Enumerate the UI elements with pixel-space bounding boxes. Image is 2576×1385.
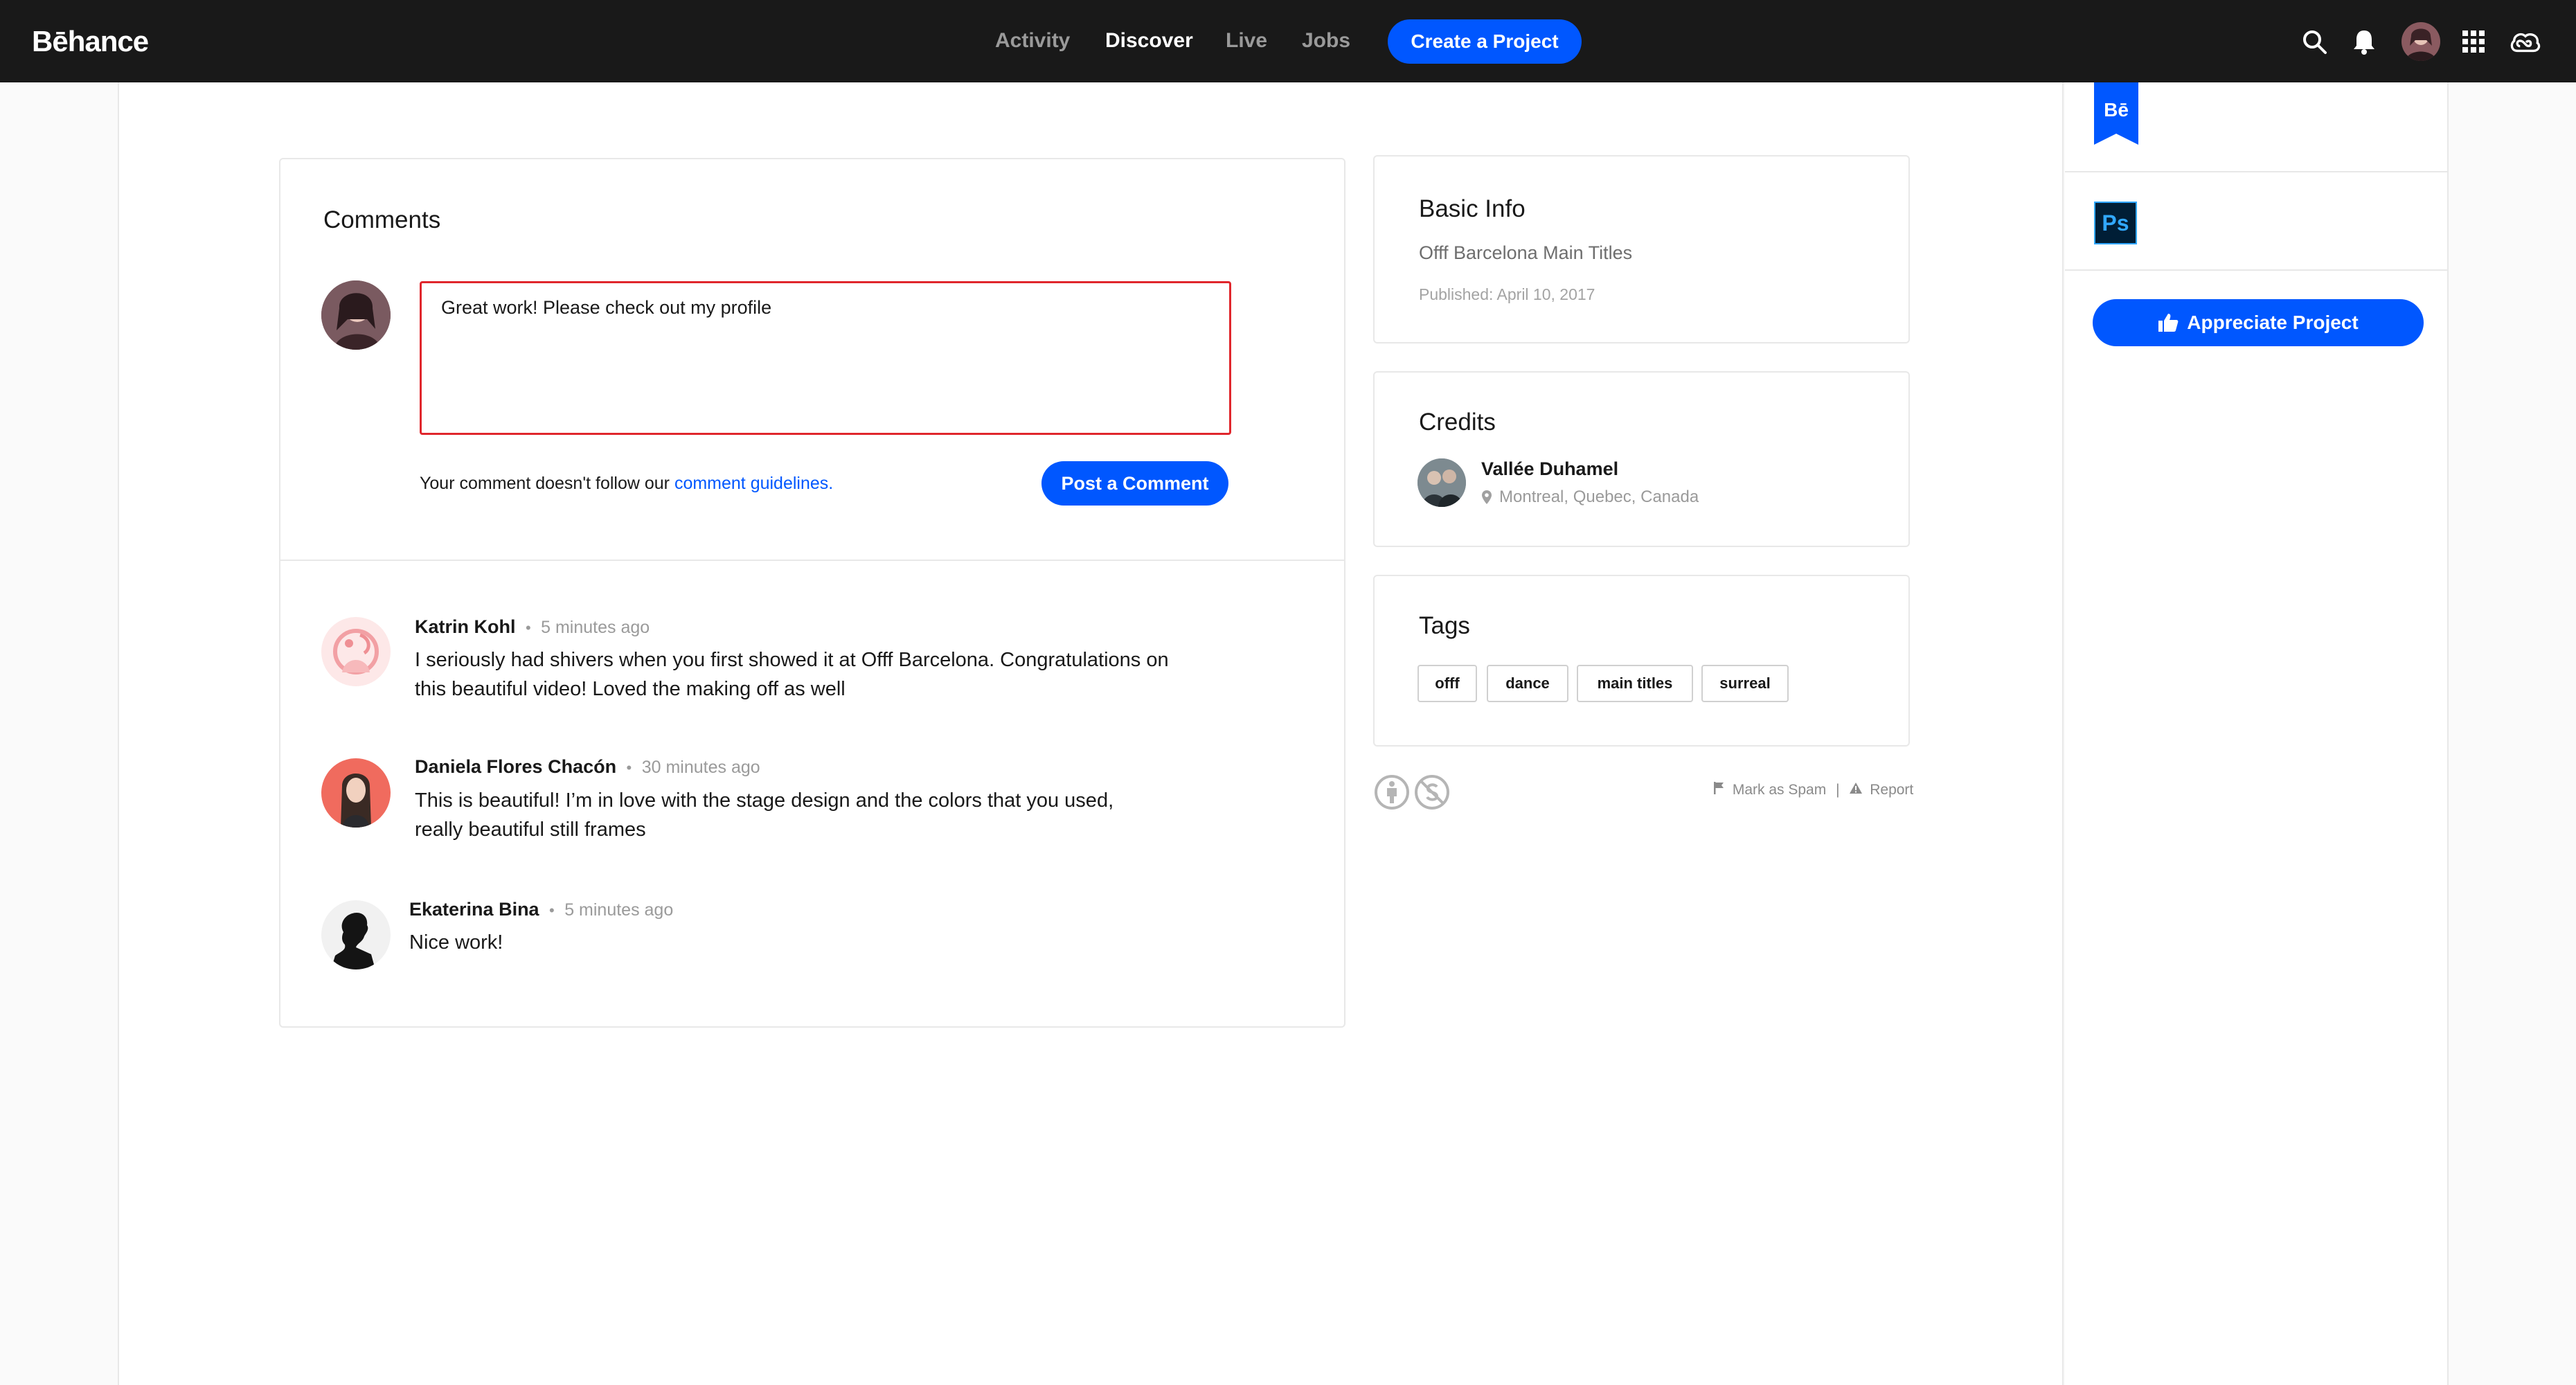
nav-activity[interactable]: Activity bbox=[995, 29, 1070, 53]
nav-live[interactable]: Live bbox=[1226, 29, 1267, 53]
commenter-avatar[interactable] bbox=[321, 758, 391, 828]
rail-divider bbox=[2065, 171, 2449, 172]
location-pin-icon bbox=[1482, 490, 1492, 504]
tag-surreal[interactable]: surreal bbox=[1701, 665, 1789, 702]
thumbs-up-icon bbox=[2158, 314, 2179, 332]
basic-info-title: Basic Info bbox=[1419, 195, 1526, 222]
location-text: Montreal, Quebec, Canada bbox=[1499, 488, 1699, 506]
comment-meta: Daniela Flores Chacón • 30 minutes ago bbox=[415, 756, 760, 778]
search-icon[interactable] bbox=[2298, 25, 2331, 58]
creator-location: Montreal, Quebec, Canada bbox=[1481, 488, 1699, 507]
commenter-avatar[interactable] bbox=[321, 900, 391, 970]
meta-dot: • bbox=[525, 619, 531, 636]
comment-text: Nice work! bbox=[409, 931, 503, 954]
comment-time: 5 minutes ago bbox=[564, 900, 674, 920]
creator-avatar[interactable] bbox=[1417, 458, 1466, 507]
bell-icon[interactable] bbox=[2347, 25, 2381, 58]
published-date: Published: April 10, 2017 bbox=[1419, 285, 1595, 303]
user-avatar[interactable] bbox=[2401, 22, 2440, 61]
comment-error-message: Your comment doesn't follow our comment … bbox=[420, 474, 833, 494]
project-name: Offf Barcelona Main Titles bbox=[1419, 242, 1633, 263]
report-link[interactable]: Report bbox=[1870, 782, 1913, 798]
right-rail: Bē Ps Appreciate Project bbox=[2065, 82, 2449, 1385]
comments-card: Comments Great work! Please check out my… bbox=[279, 158, 1345, 1028]
apps-grid-icon[interactable] bbox=[2457, 25, 2490, 58]
behance-badge-icon[interactable]: Bē bbox=[2094, 82, 2138, 145]
comment-text: This is beautiful! I’m in love with the … bbox=[415, 789, 1114, 841]
basic-info-card: Basic Info Offf Barcelona Main Titles Pu… bbox=[1373, 155, 1910, 343]
comments-divider bbox=[280, 560, 1344, 561]
behance-logo[interactable]: Bēhance bbox=[32, 25, 149, 58]
flag-icon bbox=[1713, 781, 1724, 799]
rail-divider bbox=[2065, 269, 2449, 271]
credits-title: Credits bbox=[1419, 409, 1496, 436]
creative-commons-attribution-icon[interactable] bbox=[1374, 774, 1410, 810]
footer-links: Mark as Spam | Report bbox=[1713, 781, 1913, 799]
post-comment-button[interactable]: Post a Comment bbox=[1041, 461, 1228, 506]
appreciate-project-button[interactable]: Appreciate Project bbox=[2093, 299, 2424, 346]
commenter-avatar[interactable] bbox=[321, 617, 391, 686]
comment-input[interactable]: Great work! Please check out my profile bbox=[420, 281, 1231, 435]
meta-dot: • bbox=[626, 759, 632, 776]
credits-card: Credits Vallée Duhamel Montreal, Quebec,… bbox=[1373, 371, 1910, 547]
meta-dot: • bbox=[549, 902, 555, 919]
appreciate-label: Appreciate Project bbox=[2187, 312, 2359, 333]
current-user-avatar bbox=[321, 280, 391, 350]
commenter-name[interactable]: Ekaterina Bina bbox=[409, 899, 539, 920]
comment-guidelines-link[interactable]: comment guidelines. bbox=[674, 474, 833, 493]
tags-title: Tags bbox=[1419, 612, 1470, 639]
comments-title: Comments bbox=[323, 206, 441, 233]
top-nav-bar: Bēhance Activity Discover Live Jobs Crea… bbox=[0, 0, 2576, 82]
create-project-button[interactable]: Create a Project bbox=[1388, 19, 1582, 64]
comment-text: I seriously had shivers when you first s… bbox=[415, 649, 1169, 700]
photoshop-tool-icon[interactable]: Ps bbox=[2094, 202, 2137, 244]
creator-name[interactable]: Vallée Duhamel bbox=[1481, 458, 1618, 480]
tag-offf[interactable]: offf bbox=[1417, 665, 1477, 702]
comment-time: 30 minutes ago bbox=[641, 758, 760, 777]
badge-text: Bē bbox=[2104, 99, 2129, 120]
footer-separator: | bbox=[1836, 781, 1840, 798]
tag-dance[interactable]: dance bbox=[1487, 665, 1568, 702]
comment-meta: Ekaterina Bina • 5 minutes ago bbox=[409, 899, 673, 920]
commenter-name[interactable]: Katrin Kohl bbox=[415, 616, 516, 637]
error-text: Your comment doesn't follow our bbox=[420, 474, 674, 493]
creative-commons-noncommercial-icon[interactable] bbox=[1414, 774, 1450, 810]
warning-icon bbox=[1849, 782, 1863, 798]
commenter-name[interactable]: Daniela Flores Chacón bbox=[415, 756, 616, 777]
tag-main-titles[interactable]: main titles bbox=[1577, 665, 1693, 702]
nav-jobs[interactable]: Jobs bbox=[1302, 29, 1350, 53]
tags-card: Tags offf dance main titles surreal bbox=[1373, 575, 1910, 747]
nav-discover[interactable]: Discover bbox=[1105, 29, 1193, 53]
mark-as-spam-link[interactable]: Mark as Spam bbox=[1733, 782, 1826, 798]
comment-meta: Katrin Kohl • 5 minutes ago bbox=[415, 616, 650, 638]
creative-cloud-icon[interactable] bbox=[2508, 25, 2541, 58]
comment-time: 5 minutes ago bbox=[541, 618, 650, 637]
